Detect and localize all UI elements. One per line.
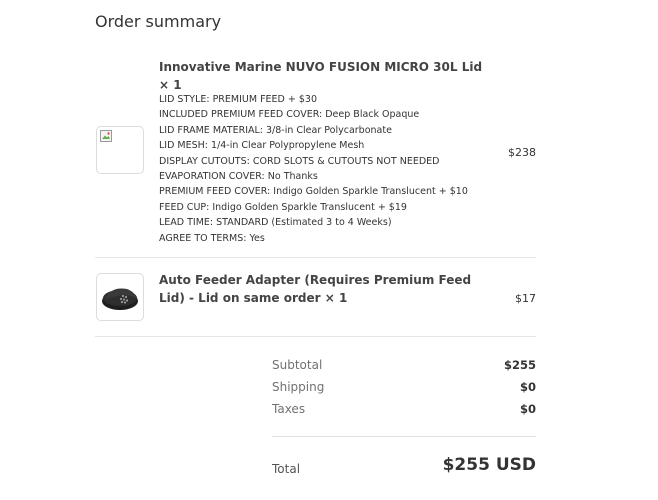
property-line: LID MESH: 1/4-in Clear Polypropylene Mes… [159, 140, 365, 152]
subtotal-row: Subtotal $255 [272, 358, 536, 380]
subtotal-value: $255 [503, 358, 536, 372]
taxes-row: Taxes $0 [272, 402, 536, 424]
product-thumbnail [96, 126, 144, 174]
total-label: Total [272, 462, 301, 476]
shipping-value: $0 [519, 380, 536, 394]
property-line: INCLUDED PREMIUM FEED COVER: Deep Black … [159, 109, 420, 121]
property-line: LID FRAME MATERIAL: 3/8-in Clear Polycar… [159, 124, 392, 136]
product-thumbnail [96, 273, 144, 321]
product-name: Innovative Marine NUVO FUSION MICRO 30L … [159, 60, 483, 92]
property-line: LID STYLE: PREMIUM FEED + $30 [159, 94, 317, 105]
product-name: Auto Feeder Adapter (Requires Premium Fe… [159, 273, 472, 305]
totals-divider [272, 436, 536, 437]
order-summary-title: Order summary [95, 12, 222, 31]
property-line: DISPLAY CUTOUTS: CORD SLOTS & CUTOUTS NO… [159, 155, 440, 167]
total-value: $255 USD [442, 455, 536, 475]
line-item-price: $238 [508, 146, 536, 159]
shipping-label: Shipping [272, 380, 325, 394]
subtotal-label: Subtotal [272, 358, 323, 372]
feeder-adapter-image [102, 288, 138, 310]
property-line: FEED CUP: Indigo Golden Sparkle Transluc… [159, 201, 407, 213]
line-item-price: $17 [515, 292, 536, 305]
totals-section: Subtotal $255 Shipping $0 Taxes $0 [272, 358, 536, 424]
property-line: AGREE TO TERMS: Yes [159, 232, 265, 244]
broken-image-icon [100, 130, 112, 142]
taxes-label: Taxes [272, 402, 306, 416]
property-line: PREMIUM FEED COVER: Indigo Golden Sparkl… [159, 186, 468, 198]
line-item: Innovative Marine NUVO FUSION MICRO 30L … [95, 56, 536, 258]
property-line: LEAD TIME: STANDARD (Estimated 3 to 4 We… [159, 217, 392, 229]
total-row: Total $255 USD [272, 455, 536, 483]
product-properties: LID STYLE: PREMIUM FEED + $30 INCLUDED P… [159, 92, 468, 246]
line-item: Auto Feeder Adapter (Requires Premium Fe… [95, 258, 536, 337]
property-line: EVAPORATION COVER: No Thanks [159, 171, 318, 183]
shipping-row: Shipping $0 [272, 380, 536, 402]
taxes-value: $0 [519, 402, 536, 416]
